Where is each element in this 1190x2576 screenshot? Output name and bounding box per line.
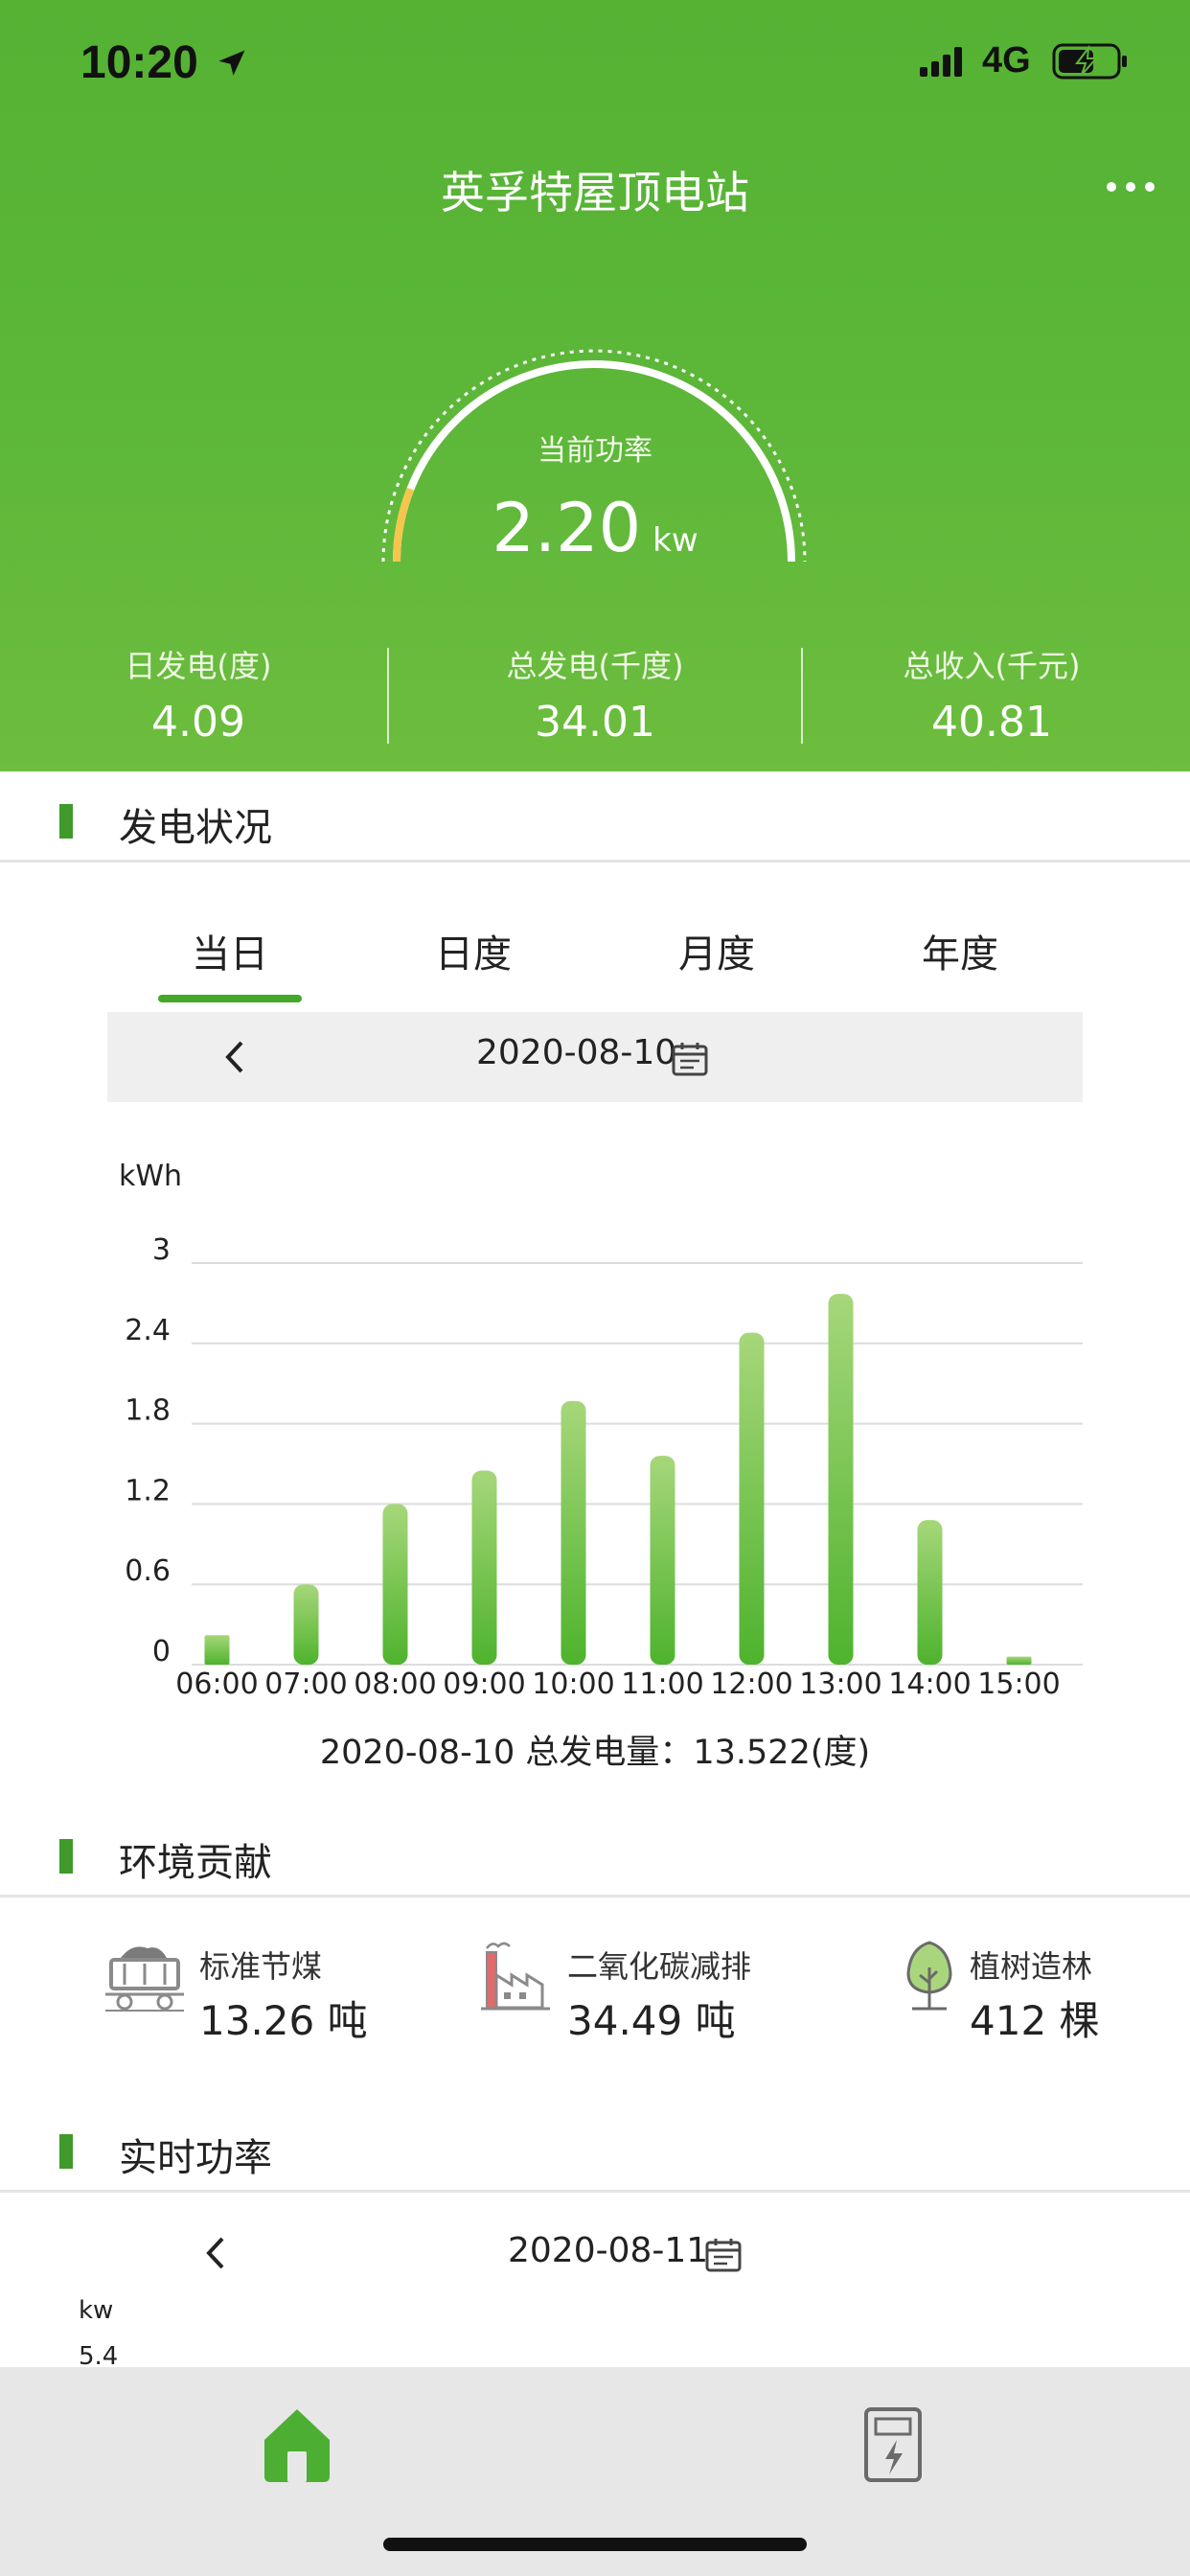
- chevron-left-icon[interactable]: [201, 2235, 230, 2271]
- stat-label: 总发电(千度): [506, 648, 684, 684]
- stat-label: 日发电(度): [125, 648, 272, 684]
- environment-contribution: 标准节煤 13.26 吨 二氧化碳减排 34.49 吨 植树造林 412 棵: [0, 1931, 1190, 2046]
- stat-value: 4.09: [151, 698, 245, 747]
- y-tick-label: 0.6: [125, 1554, 171, 1588]
- factory-icon: [481, 1942, 550, 2011]
- calendar-icon[interactable]: [704, 2237, 743, 2273]
- battery-charging-icon: [1052, 43, 1127, 80]
- summary-stats: 日发电(度) 4.09 总发电(千度) 34.01 总收入(千元) 40.81: [0, 642, 1190, 757]
- x-tick-label: 10:00: [532, 1668, 614, 1701]
- signal-icon: [920, 47, 962, 77]
- y-tick-label: 3: [152, 1233, 171, 1267]
- gauge-label: 当前功率: [538, 434, 652, 468]
- home-icon[interactable]: [259, 2405, 335, 2484]
- tab-daily[interactable]: 日度: [378, 923, 569, 978]
- stat-value: 40.81: [931, 698, 1052, 747]
- bar-07:00[interactable]: [293, 1584, 319, 1665]
- env-value: 412 棵: [970, 1997, 1100, 2044]
- y-tick-label: 1.8: [125, 1394, 171, 1428]
- stat-divider: [387, 648, 389, 744]
- more-options-icon[interactable]: [1102, 172, 1159, 201]
- env-value: 34.49 吨: [567, 1997, 736, 2044]
- section-header-environment: 环境贡献: [0, 1806, 1190, 1898]
- x-tick-label: 15:00: [977, 1668, 1060, 1701]
- x-tick-label: 06:00: [175, 1668, 258, 1701]
- section-marker: [59, 1839, 73, 1874]
- date-selector: 2020-08-10: [107, 1012, 1083, 1102]
- device-power-icon[interactable]: [862, 2405, 924, 2484]
- x-tick-label: 11:00: [621, 1668, 703, 1701]
- section-marker: [59, 804, 73, 839]
- section-title: 实时功率: [119, 2136, 272, 2180]
- env-item-co2: 二氧化碳减排 34.49 吨: [479, 1931, 795, 2046]
- x-tick-label: 14:00: [888, 1668, 971, 1701]
- stat-divider: [801, 648, 803, 744]
- calendar-icon[interactable]: [671, 1041, 709, 1077]
- realtime-date[interactable]: 2020-08-11: [508, 2231, 708, 2270]
- bar-13:00[interactable]: [828, 1294, 854, 1665]
- network-type: 4G: [982, 40, 1031, 80]
- period-tabs: 当日 日度 月度 年度: [0, 915, 1190, 1006]
- env-value: 13.26 吨: [199, 1997, 368, 2044]
- tab-today[interactable]: 当日: [134, 923, 326, 978]
- bar-11:00[interactable]: [650, 1456, 675, 1665]
- x-tick-label: 08:00: [354, 1668, 436, 1701]
- chart-total-summary: 2020-08-10 总发电量：13.522(度): [319, 1734, 871, 1772]
- chart-y-unit: kWh: [119, 1160, 182, 1193]
- y-tick-label: 1.2: [125, 1474, 171, 1507]
- tab-yearly[interactable]: 年度: [864, 923, 1056, 978]
- bar-09:00[interactable]: [471, 1470, 497, 1665]
- daily-generation-chart: kWh 00.61.21.82.43 06:00 07:00 08:00 09:00 1…: [119, 1160, 1083, 1701]
- bar-08:00[interactable]: [382, 1504, 408, 1665]
- tree-icon: [906, 1941, 952, 2011]
- section-header-realtime: 实时功率: [0, 2102, 1190, 2193]
- x-tick-label: 12:00: [710, 1668, 792, 1701]
- stat-daily-generation: 日发电(度) 4.09: [0, 642, 397, 747]
- section-title: 环境贡献: [119, 1841, 272, 1885]
- y-tick-label: 0: [152, 1635, 171, 1668]
- selected-date[interactable]: 2020-08-10: [476, 1033, 676, 1072]
- tab-monthly[interactable]: 月度: [621, 923, 812, 978]
- bar-06:00[interactable]: [204, 1635, 230, 1665]
- gauge-value: 2.20 kw: [0, 489, 1190, 567]
- x-tick-label: 09:00: [443, 1668, 525, 1701]
- x-tick-label: 13:00: [799, 1668, 881, 1701]
- env-label: 标准节煤: [199, 1948, 323, 1985]
- x-tick-label: 07:00: [264, 1668, 347, 1701]
- env-item-trees: 植树造林 412 棵: [899, 1931, 1177, 2046]
- location-arrow-icon: [218, 50, 245, 76]
- bar-14:00[interactable]: [917, 1520, 943, 1665]
- section-header-generation: 发电状况: [0, 771, 1190, 862]
- bar-12:00[interactable]: [739, 1332, 765, 1665]
- stat-total-income: 总收入(千元) 40.81: [793, 642, 1190, 747]
- env-item-coal: 标准节煤 13.26 吨: [103, 1931, 410, 2046]
- coal-cart-icon: [105, 1946, 184, 2012]
- header: 10:20 4G 英孚特屋顶电站 当前功率 2.20 kw 日发电(度) 4.0…: [0, 0, 1190, 771]
- chevron-left-icon[interactable]: [220, 1039, 249, 1075]
- section-title: 发电状况: [119, 806, 272, 850]
- current-power-value: 2.20: [492, 489, 642, 567]
- bar-15:00[interactable]: [1006, 1656, 1032, 1665]
- active-tab-indicator: [158, 995, 302, 1002]
- section-marker: [59, 2134, 73, 2169]
- env-label: 植树造林: [970, 1948, 1093, 1985]
- page-title: 英孚特屋顶电站: [441, 167, 749, 218]
- home-indicator: [383, 2538, 807, 2551]
- status-time: 10:20: [80, 37, 198, 88]
- status-bar: 10:20 4G: [0, 0, 1190, 125]
- stat-label: 总收入(千元): [903, 648, 1081, 684]
- stat-value: 34.01: [535, 698, 655, 747]
- realtime-date-selector: 2020-08-11: [0, 2223, 1190, 2281]
- bar-10:00[interactable]: [561, 1400, 586, 1665]
- stat-total-generation: 总发电(千度) 34.01: [397, 642, 793, 747]
- y-tick-label: 2.4: [125, 1314, 171, 1347]
- env-label: 二氧化碳减排: [567, 1948, 752, 1985]
- realtime-chart-unit: kw: [79, 2296, 114, 2325]
- current-power-unit: kw: [652, 521, 698, 560]
